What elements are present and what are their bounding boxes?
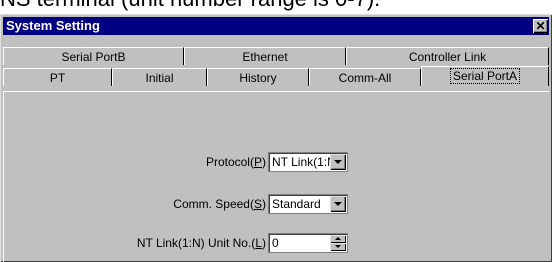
chevron-down-icon [334, 202, 342, 206]
comm-speed-label: Comm. Speed(S) [173, 197, 266, 211]
protocol-dropdown-button[interactable] [330, 154, 346, 170]
tab-serial-portb[interactable]: Serial PortB [3, 47, 184, 65]
tab-initial[interactable]: Initial [112, 68, 207, 86]
tab-label: Comm-All [338, 71, 392, 85]
tab-label: PT [49, 71, 66, 85]
protocol-label: Protocol(P) [205, 155, 266, 169]
close-button[interactable]: ✕ [533, 19, 548, 33]
window-title: System Setting [6, 18, 100, 33]
tab-label: Controller Link [408, 50, 487, 64]
spin-up-icon [335, 237, 341, 240]
tab-ethernet[interactable]: Ethernet [184, 47, 346, 65]
close-icon: ✕ [535, 19, 546, 33]
tab-controller-link[interactable]: Controller Link [346, 47, 549, 65]
tab-label: Serial PortA [449, 68, 521, 84]
tab-label: History [239, 71, 277, 85]
spin-down-icon [335, 245, 341, 248]
tab-pt[interactable]: PT [3, 68, 112, 86]
comm-speed-dropdown-button[interactable] [330, 196, 346, 212]
tab-label: Serial PortB [61, 50, 126, 64]
tab-serial-porta[interactable]: Serial PortA [421, 66, 549, 86]
unit-no-label: NT Link(1:N) Unit No.(L) [136, 236, 266, 250]
unit-no-spin-down[interactable] [330, 243, 346, 251]
tab-label: Ethernet [242, 50, 288, 64]
chevron-down-icon [334, 160, 342, 164]
tab-label: Initial [145, 71, 174, 85]
unit-no-spin-up[interactable] [330, 235, 346, 243]
tab-history[interactable]: History [207, 68, 309, 86]
tab-comm-all[interactable]: Comm-All [309, 68, 421, 86]
